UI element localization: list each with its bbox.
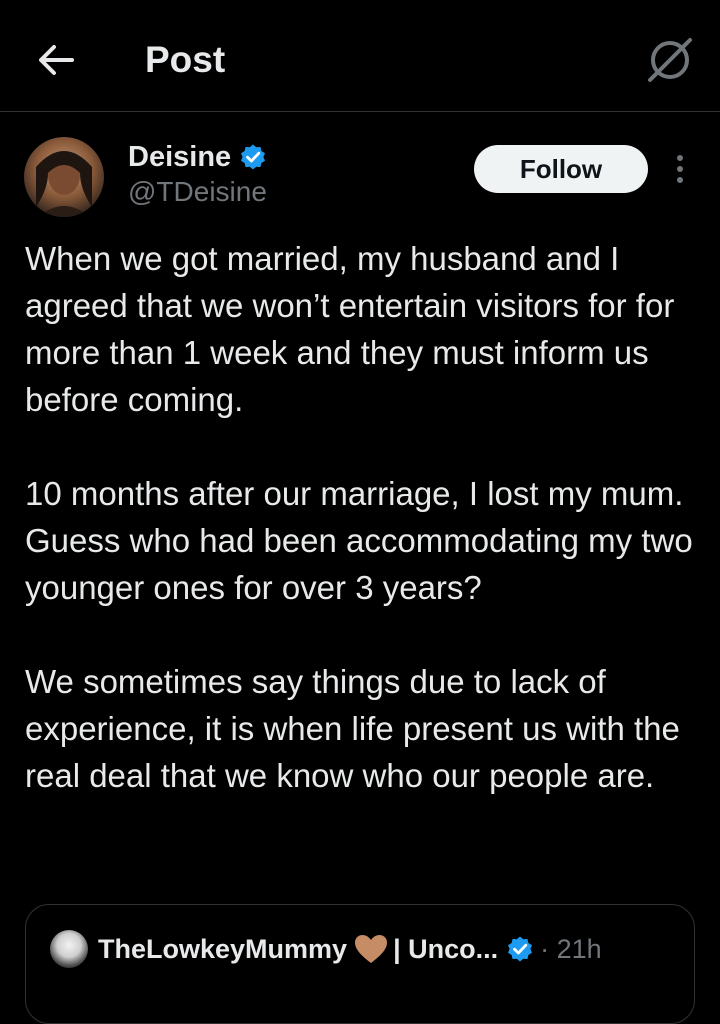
author-name-row[interactable]: Deisine (128, 138, 267, 176)
grok-button[interactable] (646, 36, 694, 84)
heart-emoji-icon (355, 935, 388, 963)
quoted-post-card[interactable]: TheLowkeyMummy | Unco... · 21h (25, 904, 695, 1024)
verified-badge-icon (508, 936, 533, 962)
author-avatar[interactable] (24, 137, 104, 217)
more-vertical-icon (677, 155, 683, 183)
post-paragraph: When we got married, my husband and I ag… (25, 240, 675, 418)
follow-button[interactable]: Follow (474, 145, 648, 193)
profile-photo-icon (36, 151, 92, 217)
author-name: Deisine (128, 140, 232, 173)
quoted-post-header: TheLowkeyMummy | Unco... · 21h (50, 929, 602, 969)
top-bar: Post (0, 0, 720, 112)
back-button[interactable] (34, 38, 78, 82)
post-paragraph: 10 months after our marriage, I lost my … (25, 475, 693, 606)
quoted-author-name: TheLowkeyMummy (98, 933, 348, 964)
grok-icon (648, 38, 692, 82)
more-options-button[interactable] (664, 150, 696, 190)
verified-badge-icon (241, 144, 266, 170)
arrow-left-icon (39, 45, 74, 75)
post-body: When we got married, my husband and I ag… (25, 235, 695, 846)
quoted-author-name-suffix: | Unco... (393, 933, 499, 964)
author-handle[interactable]: @TDeisine (128, 176, 267, 208)
quoted-post-time: · 21h (540, 933, 602, 964)
post-paragraph: We sometimes say things due to lack of e… (25, 663, 680, 794)
page-title: Post (145, 39, 226, 80)
quoted-author-avatar (50, 930, 88, 968)
